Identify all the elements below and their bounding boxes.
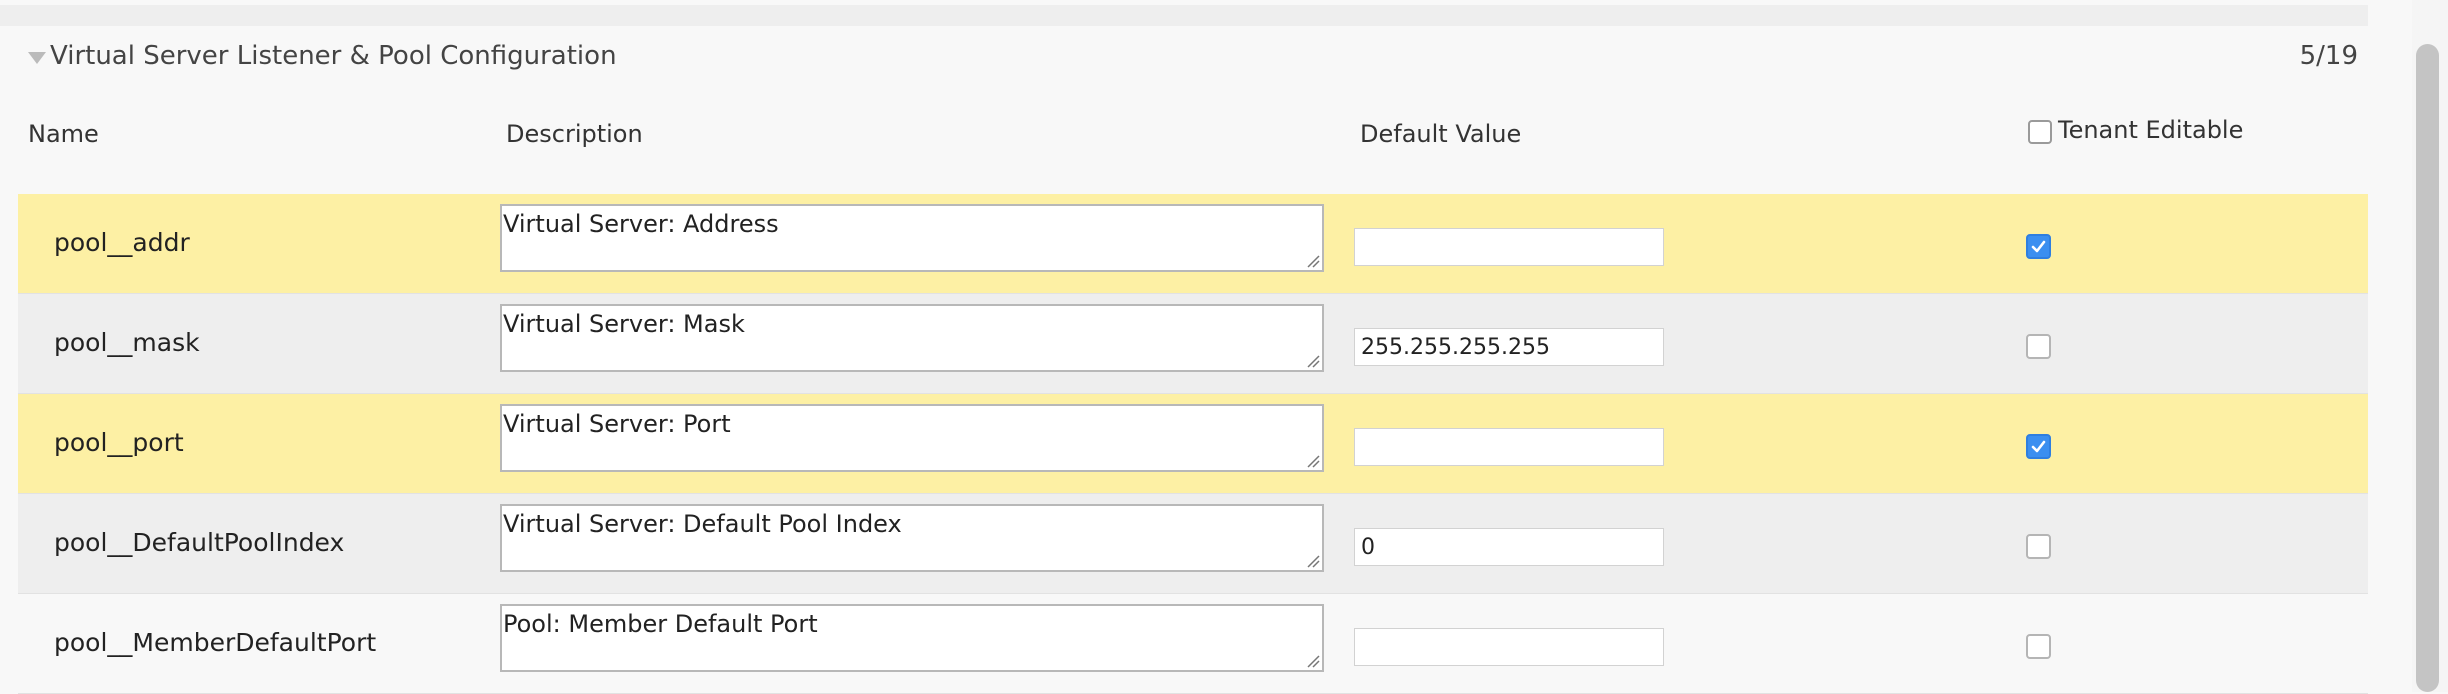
top-strip [0,5,2368,26]
row-name: pool__mask [54,328,200,357]
tenant-editable-checkbox[interactable] [2026,434,2051,459]
description-text: Virtual Server: Mask [503,310,745,338]
description-textarea[interactable]: Pool: Member Default Port [500,604,1324,672]
table-row: pool__mask Virtual Server: Mask 255.255.25… [18,294,2368,394]
row-name: pool__MemberDefaultPort [54,628,377,657]
description-textarea[interactable]: Virtual Server: Mask [500,304,1324,372]
checkmark-icon [2031,440,2046,453]
scrollbar-thumb[interactable] [2416,44,2439,692]
resize-grip-icon[interactable] [1306,654,1320,668]
col-header-description: Description [506,120,643,148]
default-value-input[interactable] [1354,628,1664,666]
table-row: pool__MemberDefaultPort Pool: Member Defa… [18,594,2368,694]
description-textarea[interactable]: Virtual Server: Port [500,404,1324,472]
row-name: pool__DefaultPoolIndex [54,528,345,557]
section-count: 5/19 [2299,41,2358,71]
description-text: Virtual Server: Default Pool Index [503,510,902,538]
tenant-editable-checkbox[interactable] [2026,534,2051,559]
table-row: pool__addr Virtual Server: Address [18,194,2368,294]
collapse-triangle-icon[interactable] [28,52,46,64]
description-textarea[interactable]: Virtual Server: Address [500,204,1324,272]
resize-grip-icon[interactable] [1306,454,1320,468]
description-text: Virtual Server: Port [503,410,731,438]
default-value-input[interactable]: 255.255.255.255 [1354,328,1664,366]
row-name: pool__addr [54,228,190,257]
resize-grip-icon[interactable] [1306,254,1320,268]
resize-grip-icon[interactable] [1306,554,1320,568]
row-name: pool__port [54,428,184,457]
col-header-name: Name [28,120,99,148]
checkmark-icon [2031,240,2046,253]
default-value-input[interactable] [1354,228,1664,266]
col-header-default-value: Default Value [1360,120,1522,148]
default-value-input[interactable] [1354,428,1664,466]
table-row: pool__port Virtual Server: Port [18,394,2368,494]
description-text: Pool: Member Default Port [503,610,818,638]
description-textarea[interactable]: Virtual Server: Default Pool Index [500,504,1324,572]
section-header[interactable]: Virtual Server Listener & Pool Configura… [0,26,2368,90]
table-row: pool__DefaultPoolIndex Virtual Server: De… [18,494,2368,594]
tenant-editable-checkbox[interactable] [2026,334,2051,359]
section-title: Virtual Server Listener & Pool Configura… [50,41,617,71]
tenant-editable-checkbox[interactable] [2026,234,2051,259]
default-value-input[interactable]: 0 [1354,528,1664,566]
col-header-tenant-editable: Tenant Editable [2058,116,2244,144]
resize-grip-icon[interactable] [1306,354,1320,368]
tenant-editable-all-checkbox[interactable] [2028,120,2052,144]
tenant-editable-checkbox[interactable] [2026,634,2051,659]
description-text: Virtual Server: Address [503,210,779,238]
